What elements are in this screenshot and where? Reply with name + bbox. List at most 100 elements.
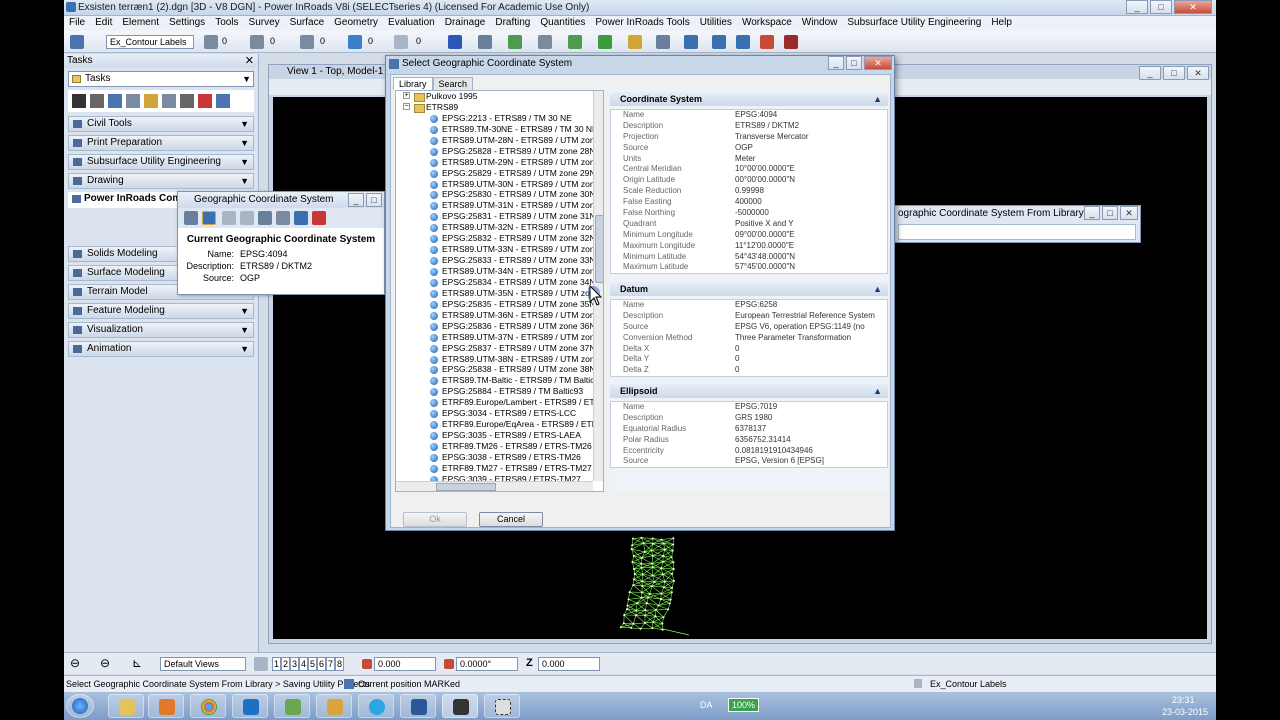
tree-item[interactable]: ETRS89.UTM-37N - ETRS89 / UTM zone 37N: [396, 332, 603, 343]
scale-tool-icon[interactable]: [180, 94, 194, 108]
copy-tool-icon[interactable]: [126, 94, 140, 108]
status-level[interactable]: Ex_Contour Labels: [930, 679, 1007, 689]
task-section-feature-modeling[interactable]: Feature Modeling ▼: [68, 303, 254, 319]
tree-item[interactable]: EPSG:25836 - ETRS89 / UTM zone 36N: [396, 321, 603, 332]
task-section-animation[interactable]: Animation ▼: [68, 341, 254, 357]
views-select[interactable]: Default Views: [160, 657, 246, 671]
menu-item-file[interactable]: File: [64, 16, 90, 31]
select-tool-icon[interactable]: [72, 94, 86, 108]
chevron-down-icon[interactable]: ▼: [240, 304, 249, 318]
tree-item[interactable]: ETRS89.TM-Baltic - ETRS89 / TM Baltic93: [396, 375, 603, 386]
fit-view-icon[interactable]: [448, 35, 462, 49]
start-button[interactable]: [66, 694, 94, 718]
taskbar-chrome[interactable]: [190, 694, 226, 718]
tab-search[interactable]: Search: [432, 77, 474, 90]
taskbar-word[interactable]: [400, 694, 436, 718]
view-group-icon[interactable]: [254, 657, 268, 671]
view-maximize-button[interactable]: □: [1163, 66, 1185, 80]
view-button-4[interactable]: 4: [299, 657, 308, 671]
tree-item[interactable]: EPSG:2213 - ETRS89 / TM 30 NE: [396, 113, 603, 124]
task-section-print-preparation[interactable]: Print Preparation ▼: [68, 135, 254, 151]
tree-item[interactable]: EPSG:25828 - ETRS89 / UTM zone 28N: [396, 146, 603, 157]
geo-remove-icon[interactable]: [312, 211, 326, 225]
model-icon[interactable]: [508, 35, 522, 49]
line-style-icon[interactable]: [300, 35, 314, 49]
view-button-8[interactable]: 8: [335, 657, 344, 671]
collapse-icon[interactable]: ▲: [873, 92, 882, 106]
level-icon[interactable]: [250, 35, 264, 49]
chevron-down-icon[interactable]: ▼: [240, 323, 249, 337]
ellipsoid-header[interactable]: Ellipsoid ▲: [610, 384, 888, 398]
geo-grid-icon[interactable]: [276, 211, 290, 225]
task-section-drawing[interactable]: Drawing ▼: [68, 173, 254, 189]
copy-icon[interactable]: [478, 35, 492, 49]
tree-item[interactable]: ETRS89.UTM-28N - ETRS89 / UTM zone 28N: [396, 135, 603, 146]
tree-item[interactable]: ETRS89.UTM-29N - ETRS89 / UTM zone 29N: [396, 157, 603, 168]
view-minimize-button[interactable]: _: [1139, 66, 1161, 80]
chevron-down-icon[interactable]: ▼: [240, 117, 249, 131]
tree-item[interactable]: ETRF89.Europe/Lambert - ETRS89 / ETRS-LC…: [396, 397, 603, 408]
view-button-7[interactable]: 7: [326, 657, 335, 671]
reference-icon[interactable]: [538, 35, 552, 49]
geo-search-icon[interactable]: [222, 211, 236, 225]
task-section-civil-tools[interactable]: Civil Tools ▼: [68, 116, 254, 132]
task-section-visualization[interactable]: Visualization ▼: [68, 322, 254, 338]
geo-maximize-button[interactable]: □: [366, 193, 382, 207]
tree-item[interactable]: ETRF89.TM26 - ETRS89 / ETRS-TM26: [396, 441, 603, 452]
weight-icon[interactable]: [394, 35, 408, 49]
cancel-button[interactable]: Cancel: [479, 512, 543, 527]
tree-item[interactable]: EPSG:25833 - ETRS89 / UTM zone 33N: [396, 255, 603, 266]
taskbar-app[interactable]: [274, 694, 310, 718]
z-coordinate-field[interactable]: 0.000: [538, 657, 600, 671]
surface-icon[interactable]: [598, 35, 612, 49]
menu-item-evaluation[interactable]: Evaluation: [383, 16, 440, 31]
geo-library-icon[interactable]: [202, 211, 216, 225]
view-button-6[interactable]: 6: [317, 657, 326, 671]
forward-icon[interactable]: ⊖: [100, 656, 110, 670]
taskbar-snipping[interactable]: [484, 694, 520, 718]
bg-close-button[interactable]: ✕: [1120, 206, 1138, 220]
tree-item[interactable]: EPSG:25884 - ETRS89 / TM Baltic93: [396, 386, 603, 397]
tree-item[interactable]: EPSG:25832 - ETRS89 / UTM zone 32N: [396, 233, 603, 244]
ok-button[interactable]: Ok: [403, 512, 467, 527]
tree-item[interactable]: ETRS89.UTM-36N - ETRS89 / UTM zone 36N: [396, 310, 603, 321]
collapse-icon[interactable]: ▲: [873, 282, 882, 296]
info-icon[interactable]: [712, 35, 726, 49]
tab-library[interactable]: Library: [393, 77, 433, 90]
cancel-geo-icon[interactable]: [784, 35, 798, 49]
tree-item[interactable]: ETRS89.UTM-30N - ETRS89 / UTM zone 30N: [396, 179, 603, 190]
tree-folder-etrs89[interactable]: − ETRS89: [396, 102, 603, 113]
taskbar-paint[interactable]: [316, 694, 352, 718]
color-icon[interactable]: [348, 35, 362, 49]
rotate-tool-icon[interactable]: [162, 94, 176, 108]
menu-item-surface[interactable]: Surface: [285, 16, 329, 31]
chevron-down-icon[interactable]: ▼: [240, 174, 249, 188]
tasks-combo[interactable]: Tasks ▼: [68, 71, 254, 87]
tree-item[interactable]: ETRF89.TM27 - ETRS89 / ETRS-TM27: [396, 463, 603, 474]
tree-item[interactable]: ETRS89.UTM-32N - ETRS89 / UTM zone 32N: [396, 222, 603, 233]
minimize-button[interactable]: _: [1126, 0, 1148, 14]
navigate-icon[interactable]: [684, 35, 698, 49]
menu-item-settings[interactable]: Settings: [164, 16, 210, 31]
coordinate-system-header[interactable]: Coordinate System ▲: [610, 92, 888, 106]
taskbar-outlook[interactable]: [232, 694, 268, 718]
chevron-down-icon[interactable]: ▼: [240, 342, 249, 356]
menu-item-element[interactable]: Element: [117, 16, 164, 31]
view-button-1[interactable]: 1: [272, 657, 281, 671]
menu-item-geometry[interactable]: Geometry: [329, 16, 383, 31]
menu-item-window[interactable]: Window: [797, 16, 843, 31]
menu-item-help[interactable]: Help: [986, 16, 1017, 31]
tree-item[interactable]: EPSG:25831 - ETRS89 / UTM zone 31N: [396, 211, 603, 222]
tree-item[interactable]: EPSG:25829 - ETRS89 / UTM zone 29N: [396, 168, 603, 179]
datum-header[interactable]: Datum ▲: [610, 282, 888, 296]
collapse-icon[interactable]: ▲: [873, 384, 882, 398]
pointer-icon[interactable]: [70, 35, 84, 49]
maximize-button[interactable]: □: [1150, 0, 1172, 14]
measure-tool-icon[interactable]: [216, 94, 230, 108]
tree-item[interactable]: EPSG:25837 - ETRS89 / UTM zone 37N: [396, 343, 603, 354]
tree-item[interactable]: ETRS89.UTM-38N - ETRS89 / UTM zone 38N: [396, 354, 603, 365]
level-select[interactable]: Ex_Contour Labels: [106, 35, 194, 49]
close-tasks-icon[interactable]: ✕: [245, 54, 254, 68]
taskbar-microstation[interactable]: [442, 694, 478, 718]
rotate-view-icon[interactable]: ⊾: [132, 656, 142, 670]
